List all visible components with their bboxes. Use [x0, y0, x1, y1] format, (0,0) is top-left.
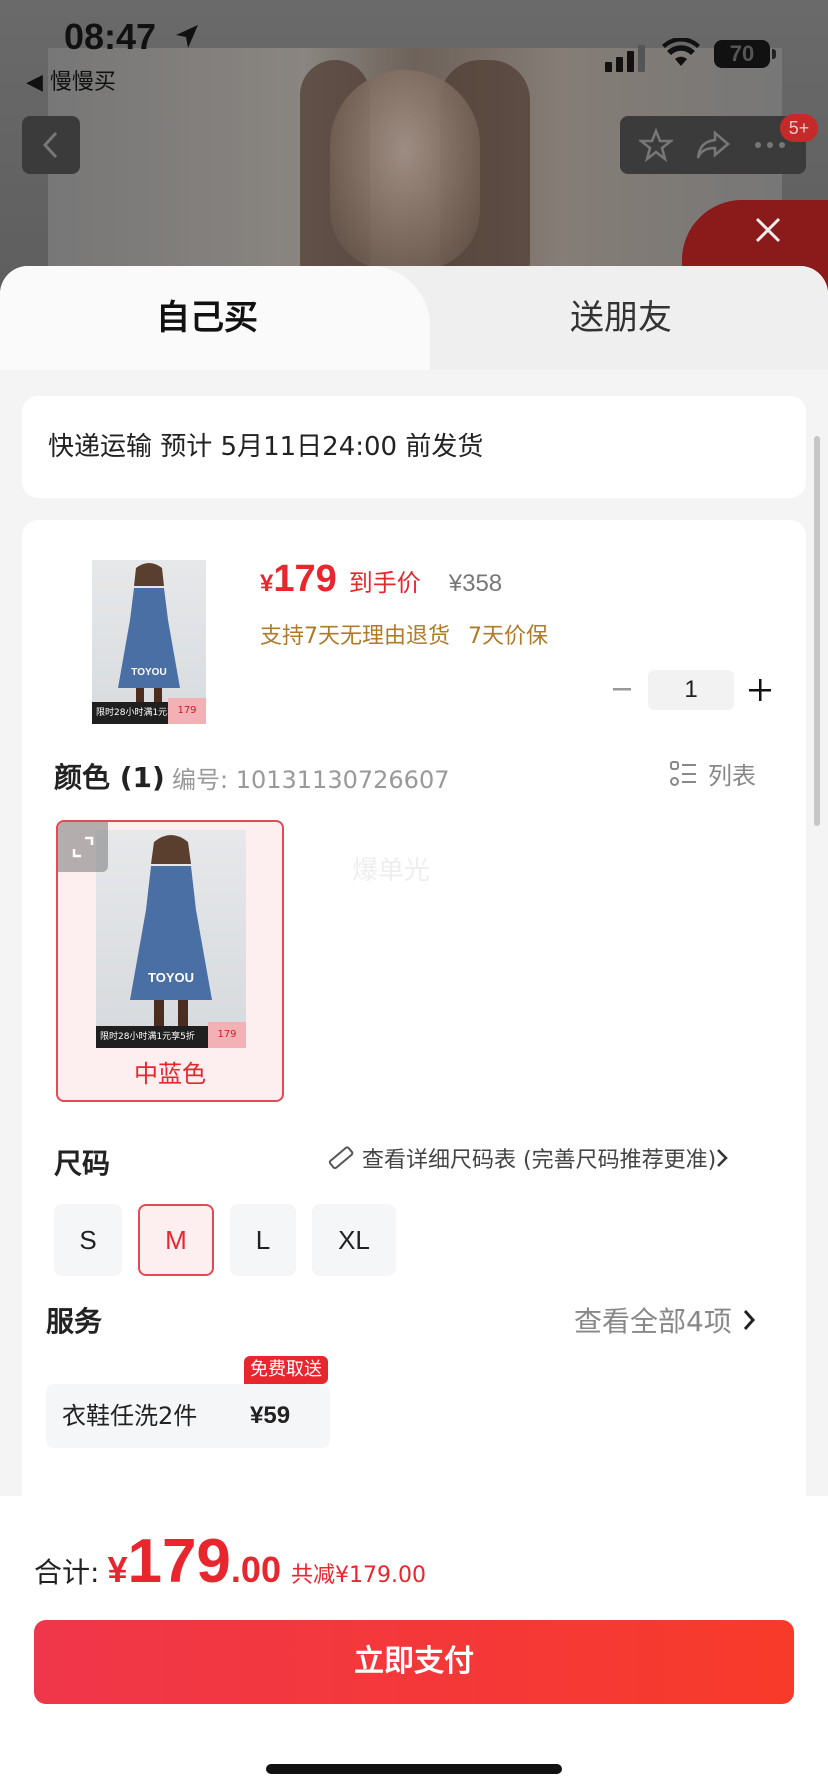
color-option-image: TOYOU 限时28小时满1元享5折 179: [96, 830, 246, 1048]
total-decimal: .00: [230, 1549, 281, 1590]
swatch-price-tag: 179: [208, 1022, 246, 1048]
decrement-button[interactable]: [602, 670, 642, 710]
total-integer: 179: [127, 1527, 231, 1596]
purchase-tabs: 自己买 送朋友: [0, 266, 828, 370]
size-options: S M L XL: [54, 1204, 412, 1276]
product-thumbnail[interactable]: TOYOU 限时28小时满1元享5折 179: [92, 560, 206, 724]
chevron-right-icon: [743, 1310, 755, 1330]
message-count-badge: 5+: [780, 114, 818, 142]
service-name: 衣鞋任洗2件: [62, 1402, 198, 1430]
size-guide-link[interactable]: 查看详细尺码表 (完善尺码推荐更准): [326, 1142, 728, 1174]
status-time: 08:47: [64, 16, 157, 57]
star-icon[interactable]: [639, 128, 673, 162]
chevron-left-icon: [42, 131, 58, 159]
service-badge: 免费取送: [244, 1356, 328, 1384]
minus-icon: [613, 688, 631, 691]
service-option[interactable]: 衣鞋任洗2件 ¥59: [46, 1384, 330, 1448]
size-option-s[interactable]: S: [54, 1204, 122, 1276]
size-option-xl[interactable]: XL: [312, 1204, 396, 1276]
list-label: 列表: [708, 762, 756, 790]
price-currency: ¥: [260, 570, 274, 597]
quantity-stepper: 1: [602, 670, 780, 710]
checkout-bar: 合计: ¥179.00 共减¥179.00 立即支付: [0, 1496, 828, 1792]
increment-button[interactable]: [740, 670, 780, 710]
price-value: 179: [273, 558, 337, 600]
size-option-m[interactable]: M: [138, 1204, 214, 1276]
color-heading: 颜色 (1): [54, 761, 165, 794]
expand-image-button[interactable]: [58, 822, 108, 872]
view-all-services-link[interactable]: 查看全部4项: [574, 1300, 756, 1340]
nav-action-group: [620, 116, 806, 174]
guarantee-price-protect: 7天价保: [468, 624, 548, 649]
swatch-brand-text: TOYOU: [148, 970, 194, 985]
view-all-label: 查看全部4项: [574, 1305, 732, 1338]
price-row: ¥179 到手价 ¥358: [260, 558, 502, 601]
original-price: ¥358: [448, 570, 503, 597]
wifi-icon: [662, 38, 700, 66]
pay-now-button[interactable]: 立即支付: [34, 1620, 794, 1704]
background-model-face: [330, 70, 480, 270]
final-price-label: 到手价: [348, 569, 421, 597]
guarantee-row: 支持7天无理由退货 7天价保: [260, 618, 548, 650]
list-icon: [670, 760, 696, 786]
list-view-toggle[interactable]: 列表: [670, 756, 756, 791]
dress-image: TOYOU: [130, 835, 212, 1026]
status-bar: 08:47 ◀ 慢慢买 70: [0, 0, 828, 100]
color-option-blue[interactable]: TOYOU 限时28小时满1元享5折 179 中蓝色: [56, 820, 284, 1102]
more-icon[interactable]: [753, 140, 787, 150]
battery-indicator: 70: [714, 40, 770, 68]
back-to-app-link[interactable]: ◀ 慢慢买: [26, 64, 116, 96]
ruler-icon: [328, 1146, 354, 1170]
service-heading: 服务: [46, 1305, 103, 1338]
guarantee-return: 支持7天无理由退货: [260, 624, 450, 649]
total-currency: ¥: [107, 1549, 128, 1590]
tab-gift-friend[interactable]: 送朋友: [414, 266, 828, 370]
cellular-signal-icon: [605, 45, 645, 72]
size-guide-label: 查看详细尺码表 (完善尺码推荐更准): [362, 1148, 717, 1173]
close-icon[interactable]: [752, 214, 784, 246]
location-arrow-icon: [176, 25, 198, 48]
thumb-brand-text: TOYOU: [131, 667, 166, 678]
thumb-price-tag: 179: [168, 698, 206, 724]
size-option-l[interactable]: L: [230, 1204, 296, 1276]
expand-icon: [72, 836, 94, 858]
tab-buy-self[interactable]: 自己买: [0, 266, 414, 370]
home-indicator: [266, 1764, 562, 1774]
battery-tip: [772, 49, 776, 59]
quantity-value[interactable]: 1: [648, 670, 734, 710]
back-button[interactable]: [22, 116, 80, 174]
watermark-text: 爆单光: [352, 856, 431, 886]
total-row: 合计: ¥179.00 共减¥179.00: [34, 1526, 426, 1597]
final-price: ¥179: [260, 558, 337, 601]
total-amount: ¥179.00: [107, 1526, 281, 1597]
color-option-label: 中蓝色: [134, 1060, 206, 1088]
scrollbar[interactable]: [814, 436, 820, 826]
size-heading: 尺码: [54, 1147, 111, 1180]
shipping-info: 快递运输 预计 5月11日24:00 前发货: [22, 396, 806, 498]
chevron-right-icon: [717, 1149, 728, 1167]
service-price: ¥59: [250, 1402, 291, 1429]
total-label: 合计:: [34, 1556, 100, 1589]
total-discount: 共减¥179.00: [290, 1563, 426, 1588]
share-icon[interactable]: [695, 129, 731, 161]
item-code: 编号: 10131130726607: [172, 766, 450, 794]
plus-icon: [749, 679, 771, 701]
